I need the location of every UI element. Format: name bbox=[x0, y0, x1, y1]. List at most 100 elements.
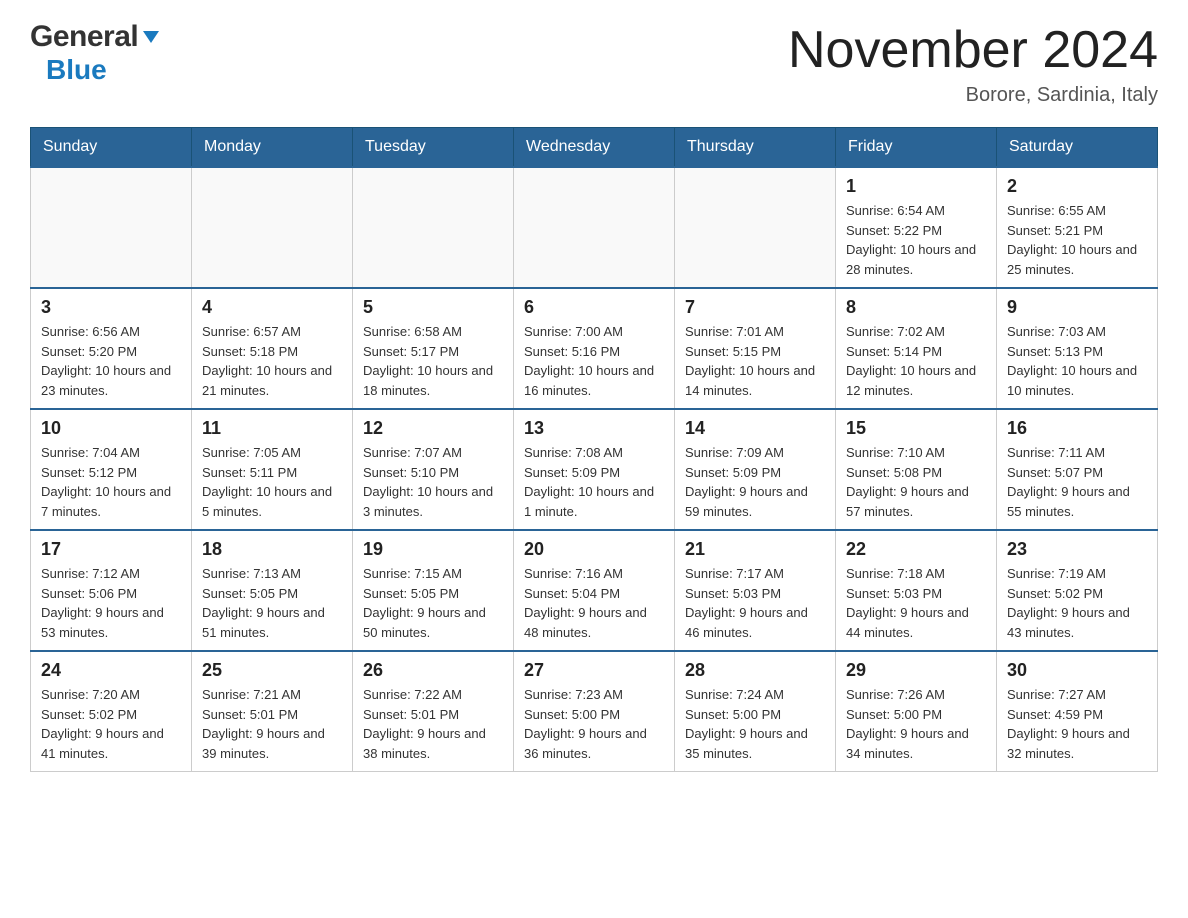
day-info: Sunrise: 7:21 AMSunset: 5:01 PMDaylight:… bbox=[202, 685, 342, 763]
calendar-header: Sunday Monday Tuesday Wednesday Thursday… bbox=[31, 128, 1158, 168]
day-info: Sunrise: 6:54 AMSunset: 5:22 PMDaylight:… bbox=[846, 201, 986, 279]
logo-blue-text: Blue bbox=[46, 54, 107, 86]
table-row: 21Sunrise: 7:17 AMSunset: 5:03 PMDayligh… bbox=[675, 530, 836, 651]
day-number: 24 bbox=[41, 660, 181, 681]
day-number: 20 bbox=[524, 539, 664, 560]
table-row: 16 Sunrise: 7:11 AMSunset: 5:07 PMDayligh… bbox=[997, 409, 1158, 530]
table-row bbox=[353, 167, 514, 288]
day-info: Sunrise: 7:16 AMSunset: 5:04 PMDaylight:… bbox=[524, 564, 664, 642]
day-info: Sunrise: 7:01 AMSunset: 5:15 PMDaylight:… bbox=[685, 322, 825, 400]
table-row: 29 Sunrise: 7:26 AMSunset: 5:00 PMDayligh… bbox=[836, 651, 997, 772]
day-info: Sunrise: 6:55 AMSunset: 5:21 PMDaylight:… bbox=[1007, 201, 1147, 279]
col-saturday: Saturday bbox=[997, 128, 1158, 168]
day-info: Sunrise: 7:02 AMSunset: 5:14 PMDaylight:… bbox=[846, 322, 986, 400]
calendar-week-row: 17 Sunrise: 7:12 AMSunset: 5:06 PMDayligh… bbox=[31, 530, 1158, 651]
table-row: 12Sunrise: 7:07 AMSunset: 5:10 PMDayligh… bbox=[353, 409, 514, 530]
day-number: 1 bbox=[846, 176, 986, 197]
table-row: 11Sunrise: 7:05 AMSunset: 5:11 PMDayligh… bbox=[192, 409, 353, 530]
col-friday: Friday bbox=[836, 128, 997, 168]
day-info: Sunrise: 7:08 AMSunset: 5:09 PMDaylight:… bbox=[524, 443, 664, 521]
calendar-table: Sunday Monday Tuesday Wednesday Thursday… bbox=[30, 127, 1158, 772]
table-row: 24 Sunrise: 7:20 AMSunset: 5:02 PMDayligh… bbox=[31, 651, 192, 772]
day-info: Sunrise: 7:20 AMSunset: 5:02 PMDaylight:… bbox=[41, 685, 181, 763]
table-row: 20 Sunrise: 7:16 AMSunset: 5:04 PMDayligh… bbox=[514, 530, 675, 651]
day-number: 28 bbox=[685, 660, 825, 681]
day-info: Sunrise: 7:19 AMSunset: 5:02 PMDaylight:… bbox=[1007, 564, 1147, 642]
day-number: 30 bbox=[1007, 660, 1147, 681]
day-number: 11 bbox=[202, 418, 342, 439]
table-row bbox=[31, 167, 192, 288]
day-info: Sunrise: 7:11 AMSunset: 5:07 PMDaylight:… bbox=[1007, 443, 1147, 521]
day-info: Sunrise: 6:56 AMSunset: 5:20 PMDaylight:… bbox=[41, 322, 181, 400]
day-number: 16 bbox=[1007, 418, 1147, 439]
table-row: 19 Sunrise: 7:15 AMSunset: 5:05 PMDayligh… bbox=[353, 530, 514, 651]
day-info: Sunrise: 7:03 AMSunset: 5:13 PMDaylight:… bbox=[1007, 322, 1147, 400]
day-number: 5 bbox=[363, 297, 503, 318]
day-info: Sunrise: 7:22 AMSunset: 5:01 PMDaylight:… bbox=[363, 685, 503, 763]
day-info: Sunrise: 7:26 AMSunset: 5:00 PMDaylight:… bbox=[846, 685, 986, 763]
day-number: 17 bbox=[41, 539, 181, 560]
day-number: 13 bbox=[524, 418, 664, 439]
day-number: 6 bbox=[524, 297, 664, 318]
col-sunday: Sunday bbox=[31, 128, 192, 168]
day-info: Sunrise: 7:04 AMSunset: 5:12 PMDaylight:… bbox=[41, 443, 181, 521]
calendar-week-row: 1 Sunrise: 6:54 AMSunset: 5:22 PMDaylight… bbox=[31, 167, 1158, 288]
col-thursday: Thursday bbox=[675, 128, 836, 168]
logo: General Blue bbox=[30, 20, 161, 86]
col-wednesday: Wednesday bbox=[514, 128, 675, 168]
title-area: November 2024 Borore, Sardinia, Italy bbox=[788, 20, 1158, 107]
table-row: 28 Sunrise: 7:24 AMSunset: 5:00 PMDayligh… bbox=[675, 651, 836, 772]
day-info: Sunrise: 7:27 AMSunset: 4:59 PMDaylight:… bbox=[1007, 685, 1147, 763]
table-row bbox=[675, 167, 836, 288]
day-number: 12 bbox=[363, 418, 503, 439]
day-info: Sunrise: 7:24 AMSunset: 5:00 PMDaylight:… bbox=[685, 685, 825, 763]
table-row: 17 Sunrise: 7:12 AMSunset: 5:06 PMDayligh… bbox=[31, 530, 192, 651]
day-number: 29 bbox=[846, 660, 986, 681]
table-row: 5Sunrise: 6:58 AMSunset: 5:17 PMDaylight… bbox=[353, 288, 514, 409]
day-info: Sunrise: 6:57 AMSunset: 5:18 PMDaylight:… bbox=[202, 322, 342, 400]
table-row: 4 Sunrise: 6:57 AMSunset: 5:18 PMDaylight… bbox=[192, 288, 353, 409]
table-row: 6Sunrise: 7:00 AMSunset: 5:16 PMDaylight… bbox=[514, 288, 675, 409]
day-number: 9 bbox=[1007, 297, 1147, 318]
day-number: 21 bbox=[685, 539, 825, 560]
day-number: 27 bbox=[524, 660, 664, 681]
day-info: Sunrise: 7:23 AMSunset: 5:00 PMDaylight:… bbox=[524, 685, 664, 763]
day-info: Sunrise: 7:13 AMSunset: 5:05 PMDaylight:… bbox=[202, 564, 342, 642]
day-info: Sunrise: 7:15 AMSunset: 5:05 PMDaylight:… bbox=[363, 564, 503, 642]
day-number: 25 bbox=[202, 660, 342, 681]
day-number: 15 bbox=[846, 418, 986, 439]
day-number: 26 bbox=[363, 660, 503, 681]
logo-triangle-icon bbox=[141, 27, 161, 47]
day-info: Sunrise: 7:10 AMSunset: 5:08 PMDaylight:… bbox=[846, 443, 986, 521]
calendar-body: 1 Sunrise: 6:54 AMSunset: 5:22 PMDaylight… bbox=[31, 167, 1158, 772]
day-number: 10 bbox=[41, 418, 181, 439]
table-row: 10 Sunrise: 7:04 AMSunset: 5:12 PMDayligh… bbox=[31, 409, 192, 530]
calendar-week-row: 10 Sunrise: 7:04 AMSunset: 5:12 PMDayligh… bbox=[31, 409, 1158, 530]
day-number: 14 bbox=[685, 418, 825, 439]
day-info: Sunrise: 7:12 AMSunset: 5:06 PMDaylight:… bbox=[41, 564, 181, 642]
days-of-week-row: Sunday Monday Tuesday Wednesday Thursday… bbox=[31, 128, 1158, 168]
table-row: 15 Sunrise: 7:10 AMSunset: 5:08 PMDayligh… bbox=[836, 409, 997, 530]
day-info: Sunrise: 7:09 AMSunset: 5:09 PMDaylight:… bbox=[685, 443, 825, 521]
table-row: 30 Sunrise: 7:27 AMSunset: 4:59 PMDayligh… bbox=[997, 651, 1158, 772]
table-row: 7 Sunrise: 7:01 AMSunset: 5:15 PMDaylight… bbox=[675, 288, 836, 409]
month-title: November 2024 bbox=[788, 20, 1158, 80]
table-row: 9 Sunrise: 7:03 AMSunset: 5:13 PMDaylight… bbox=[997, 288, 1158, 409]
day-number: 23 bbox=[1007, 539, 1147, 560]
table-row: 8 Sunrise: 7:02 AMSunset: 5:14 PMDaylight… bbox=[836, 288, 997, 409]
table-row: 26 Sunrise: 7:22 AMSunset: 5:01 PMDayligh… bbox=[353, 651, 514, 772]
day-number: 4 bbox=[202, 297, 342, 318]
table-row: 13 Sunrise: 7:08 AMSunset: 5:09 PMDayligh… bbox=[514, 409, 675, 530]
day-number: 8 bbox=[846, 297, 986, 318]
calendar-week-row: 3 Sunrise: 6:56 AMSunset: 5:20 PMDaylight… bbox=[31, 288, 1158, 409]
location-subtitle: Borore, Sardinia, Italy bbox=[788, 84, 1158, 107]
table-row: 3 Sunrise: 6:56 AMSunset: 5:20 PMDaylight… bbox=[31, 288, 192, 409]
day-number: 3 bbox=[41, 297, 181, 318]
table-row: 22Sunrise: 7:18 AMSunset: 5:03 PMDayligh… bbox=[836, 530, 997, 651]
day-number: 7 bbox=[685, 297, 825, 318]
day-info: Sunrise: 7:18 AMSunset: 5:03 PMDaylight:… bbox=[846, 564, 986, 642]
logo-general-text: General bbox=[30, 20, 138, 54]
table-row: 18 Sunrise: 7:13 AMSunset: 5:05 PMDayligh… bbox=[192, 530, 353, 651]
day-number: 19 bbox=[363, 539, 503, 560]
day-number: 18 bbox=[202, 539, 342, 560]
